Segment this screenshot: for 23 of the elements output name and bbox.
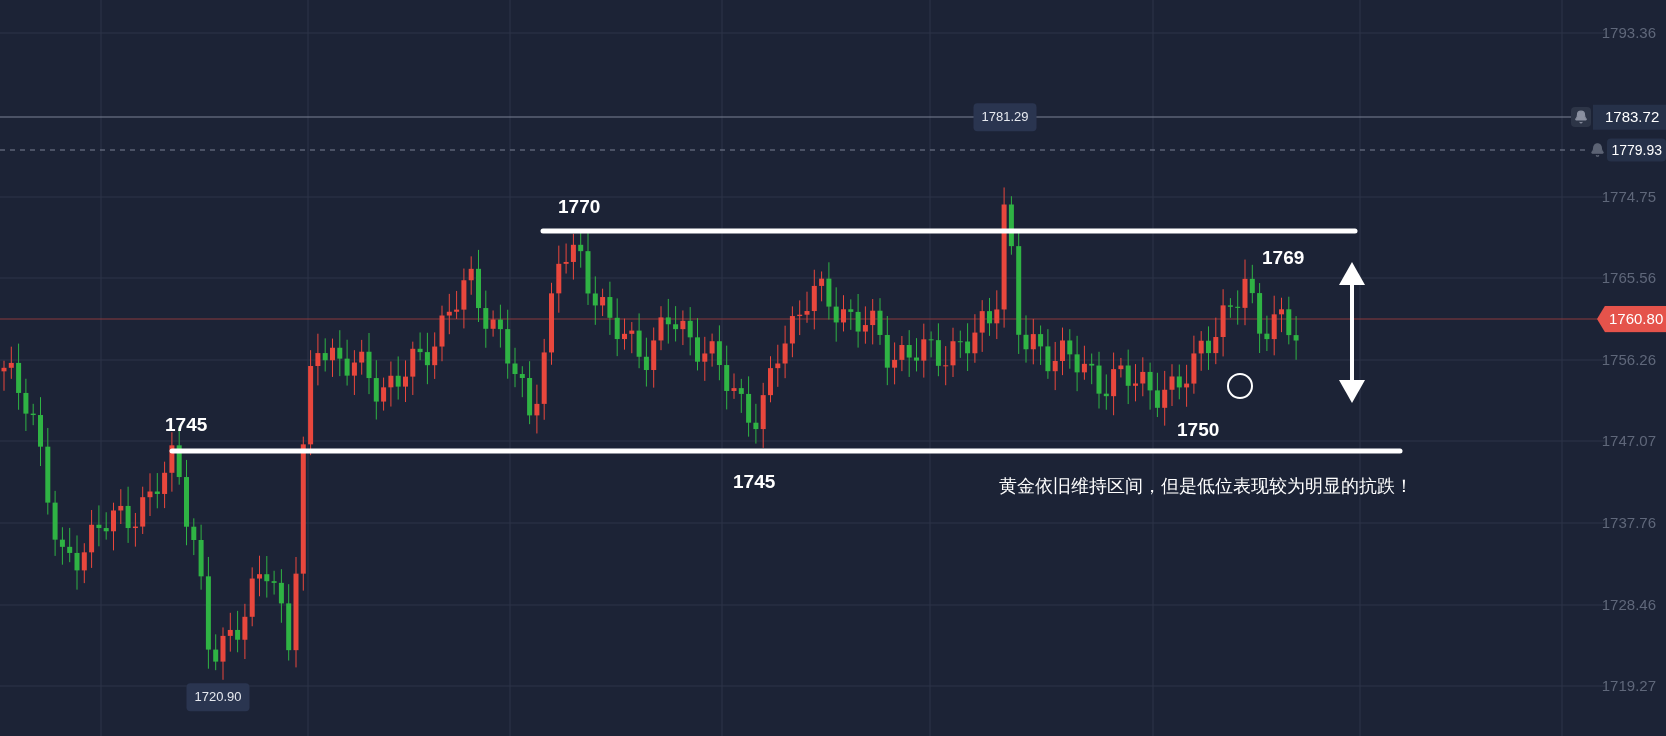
high-price-tooltip: 1781.29 [973, 103, 1037, 131]
current-price-label: 1760.80 [1597, 305, 1666, 333]
price-axis-label: 1756.26 [1601, 349, 1656, 370]
price-level-label: 1770 [558, 194, 601, 219]
alert-price-label: 1783.72 [1593, 104, 1666, 130]
low-price-tooltip: 1720.90 [186, 683, 250, 711]
price-axis-label: 1793.36 [1601, 22, 1656, 43]
bell-icon[interactable] [1590, 142, 1605, 158]
price-axis-label: 1774.75 [1601, 186, 1656, 207]
bell-icon[interactable] [1571, 107, 1591, 127]
price-axis-label: 1719.27 [1601, 675, 1656, 696]
price-axis-label: 1728.46 [1601, 594, 1656, 615]
price-axis-label: 1737.76 [1601, 512, 1656, 533]
annotation-note: 黄金依旧维持区间，但是低位表现较为明显的抗跌！ [999, 473, 1413, 498]
double-arrow-icon [1339, 262, 1365, 403]
circle-icon [1227, 373, 1253, 399]
price-axis-label: 1765.56 [1601, 267, 1656, 288]
price-axis-label: 1747.07 [1601, 430, 1656, 451]
price-level-label: 1745 [165, 412, 208, 437]
price-level-label: 1745 [733, 469, 776, 494]
alert-price-label: 1779.93 [1607, 138, 1666, 162]
price-level-label: 1750 [1177, 417, 1220, 442]
price-level-label: 1769 [1262, 245, 1305, 270]
